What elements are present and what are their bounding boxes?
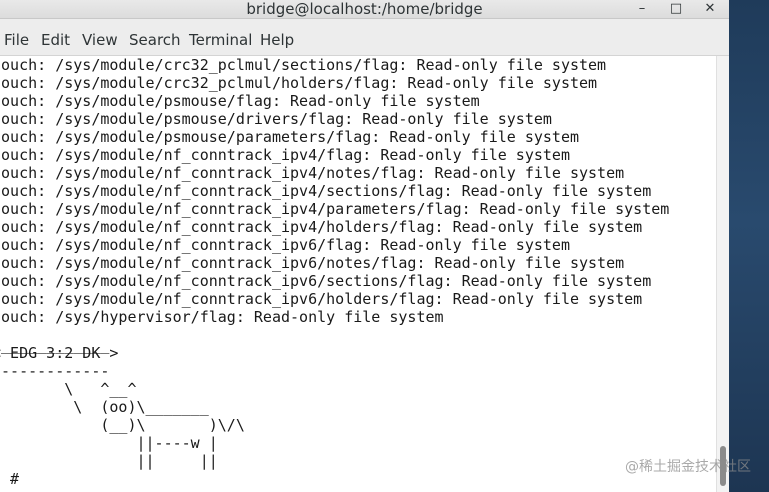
maximize-button[interactable]: □: [666, 0, 686, 18]
watermark: @稀土掘金技术社区: [625, 459, 751, 475]
terminal-line: touch: /sys/module/nf_conntrack_ipv4/par…: [0, 200, 670, 218]
terminal-line: touch: /sys/hypervisor/flag: Read-only f…: [0, 308, 444, 326]
cowsay-line: (__)\ )\/\: [0, 416, 245, 434]
terminal-line: touch: /sys/module/nf_conntrack_ipv6/not…: [0, 254, 625, 272]
cowsay-line: ------------: [0, 362, 110, 380]
shell-prompt[interactable]: / #: [0, 470, 19, 488]
cowsay-line: < EDG 3:2 DK >: [0, 344, 119, 362]
menu-view[interactable]: View: [82, 19, 118, 55]
terminal-line: touch: /sys/module/nf_conntrack_ipv6/sec…: [0, 272, 652, 290]
terminal-output[interactable]: touch: /sys/module/crc32_pclmul/sections…: [0, 56, 716, 492]
window-title: bridge@localhost:/home/bridge: [246, 0, 483, 18]
cowsay-line: \ ^__^: [0, 380, 137, 398]
terminal-line: touch: /sys/module/crc32_pclmul/sections…: [0, 56, 607, 74]
terminal-line: touch: /sys/module/nf_conntrack_ipv4/sec…: [0, 182, 652, 200]
vertical-scrollbar[interactable]: [716, 56, 730, 492]
terminal-line: touch: /sys/module/nf_conntrack_ipv6/fla…: [0, 236, 570, 254]
cowsay-line: || ||: [0, 452, 218, 470]
menu-terminal[interactable]: Terminal: [189, 19, 252, 55]
terminal-line: touch: /sys/module/psmouse/parameters/fl…: [0, 128, 579, 146]
menu-help[interactable]: Help: [260, 19, 294, 55]
terminal-line: touch: /sys/module/psmouse/drivers/flag:…: [0, 110, 552, 128]
terminal-line: touch: /sys/module/nf_conntrack_ipv4/hol…: [0, 218, 643, 236]
terminal-window: bridge@localhost:/home/bridge – □ ✕ File…: [0, 0, 730, 492]
terminal-line: touch: /sys/module/nf_conntrack_ipv6/hol…: [0, 290, 643, 308]
terminal-line: touch: /sys/module/nf_conntrack_ipv4/fla…: [0, 146, 570, 164]
cowsay-line: ||----w |: [0, 434, 218, 452]
minimize-button[interactable]: –: [632, 0, 652, 18]
menu-edit[interactable]: Edit: [41, 19, 70, 55]
menu-bar: File Edit View Search Terminal Help: [0, 19, 729, 56]
terminal-line: touch: /sys/module/psmouse/flag: Read-on…: [0, 92, 480, 110]
terminal-line: touch: /sys/module/crc32_pclmul/holders/…: [0, 74, 598, 92]
menu-search[interactable]: Search: [129, 19, 181, 55]
desktop-background: [729, 0, 769, 492]
close-button[interactable]: ✕: [700, 0, 720, 18]
menu-file[interactable]: File: [4, 19, 29, 55]
title-bar[interactable]: bridge@localhost:/home/bridge – □ ✕: [0, 0, 729, 19]
cowsay-line: \ (oo)\_______: [0, 398, 209, 416]
terminal-line: touch: /sys/module/nf_conntrack_ipv4/not…: [0, 164, 625, 182]
